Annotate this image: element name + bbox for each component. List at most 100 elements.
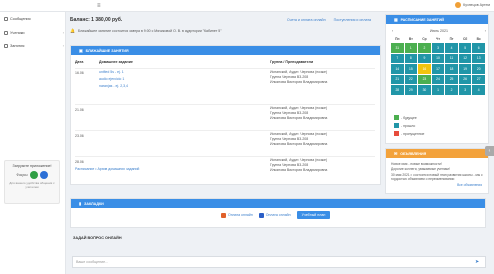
task-list: unified 5s - ej. 1 audio ejercicio 1 nar…	[99, 69, 128, 90]
calendar-day[interactable]: 25	[445, 74, 458, 84]
hamburger-icon[interactable]: ≡	[97, 3, 101, 9]
calendar-day[interactable]: 2	[418, 43, 431, 53]
calendar-day[interactable]: 14	[391, 64, 404, 74]
panel-title: ЗАКЛАДКИ	[84, 201, 104, 206]
send-icon[interactable]: ➤	[475, 259, 481, 265]
legend-item: - прошло	[394, 123, 424, 128]
calendar-day[interactable]: 17	[431, 64, 445, 74]
calendar-dow: Пн	[395, 37, 400, 41]
payments-link[interactable]: Счета и оплата онлайн	[287, 18, 326, 22]
task-link[interactable]: unified 5s - ej. 1	[99, 69, 128, 76]
sidebar-item-messages[interactable]: Сообщения	[4, 17, 64, 21]
calendar-day[interactable]: 13	[472, 53, 485, 63]
calendar-day[interactable]: 11	[445, 53, 458, 63]
column-header: Дата	[75, 60, 84, 64]
legend-swatch	[394, 115, 399, 120]
user-menu[interactable]: Кузнецов Артем	[455, 2, 490, 8]
next-month-icon[interactable]: ›	[485, 29, 486, 33]
sidebar: Сообщения Ученики › Занятия › Загрузите …	[0, 12, 66, 274]
calendar-panel: ▦ РАСПИСАНИЕ ЗАНЯТИЙ ‹ Июнь 2021 › Пн Вт С…	[385, 14, 489, 144]
promo-title: Загрузите приложение!	[12, 164, 52, 168]
homework-links[interactable]: Расписание • Архив домашних заданий	[75, 167, 139, 171]
user-name: Кузнецов Артем	[463, 3, 490, 7]
calendar-day[interactable]: 29	[404, 85, 418, 95]
sidebar-item-label: Ученики	[10, 31, 25, 35]
calendar-legend: - будущее - прошло - пропущенное	[394, 115, 424, 139]
calendar-day[interactable]: 4	[472, 85, 485, 95]
promo-desc: Для вашего удобства общения с учителем	[9, 181, 55, 189]
calendar-day[interactable]: 23	[418, 74, 431, 84]
calendar-day[interactable]: 1	[404, 43, 418, 53]
announcement-text: Новое имя - новые возможности! Дорогие к…	[391, 162, 486, 181]
panel-header: ▦ РАСПИСАНИЕ ЗАНЯТИЙ	[386, 15, 488, 24]
calendar-dow: Пт	[449, 37, 454, 41]
calendar-day[interactable]: 10	[431, 53, 445, 63]
apple-icon[interactable]	[39, 171, 48, 180]
teacher-info: Испанский, Аудит. Чернова (позже) Группа…	[270, 106, 327, 120]
calendar-dow: Ср	[422, 37, 427, 41]
legend-label: - пропущенное	[401, 131, 425, 136]
legend-item: - пропущенное	[394, 131, 424, 136]
calendar-day[interactable]: 24	[431, 74, 445, 84]
calendar-day[interactable]: 18	[445, 64, 458, 74]
task-link[interactable]: naranjas - ej. 2,3,4	[99, 83, 128, 90]
table-row: 16.06 unified 5s - ej. 1 audio ejercicio…	[75, 68, 375, 101]
calendar-dow: Вс	[476, 37, 481, 41]
calendar-day[interactable]: 16	[418, 64, 431, 74]
bookmarks-panel: ▮ ЗАКЛАДКИ Оплата онлайн Оплата онлайн У…	[70, 198, 486, 228]
announcements-panel: ✉ ОБЪЯВЛЕНИЯ Новое имя - новые возможнос…	[385, 148, 489, 194]
calendar-day[interactable]: 1	[431, 85, 445, 95]
calendar-day[interactable]: 3	[458, 85, 472, 95]
teacher-info: Испанский, Аудит. Чернова (позже) Группа…	[270, 132, 327, 146]
panel-header: ▮ ЗАКЛАДКИ	[71, 199, 485, 208]
receipts-link[interactable]: Поступления и оплата	[334, 18, 371, 22]
sidebar-item-students[interactable]: Ученики ›	[4, 31, 64, 35]
teacher-line: Ильянова Виктория Владимировна	[270, 141, 328, 146]
calendar-day[interactable]: 28	[391, 85, 404, 95]
calendar-day[interactable]: 9	[418, 53, 431, 63]
top-links: Счета и оплата онлайн Поступления и опла…	[287, 18, 371, 22]
calendar-day[interactable]: 15	[404, 64, 418, 74]
calendar-day[interactable]: 21	[391, 74, 404, 84]
all-announcements-link[interactable]: Все объявления	[457, 183, 482, 187]
bookmark-icon: ▮	[79, 202, 82, 206]
book-icon: ▣	[79, 49, 83, 53]
panel-title: РАСПИСАНИЕ ЗАНЯТИЙ	[400, 17, 445, 22]
calendar-day[interactable]: 26	[458, 74, 472, 84]
teacher-line: Ильянова Виктория Владимировна	[270, 115, 328, 120]
legend-item: - будущее	[394, 115, 424, 120]
bookmark-item[interactable]: Оплата онлайн	[258, 212, 291, 218]
calendar-day[interactable]: 5	[458, 43, 472, 53]
message-input[interactable]: Ваше сообщение... ➤	[72, 256, 486, 268]
study-plan-button[interactable]: Учебный план	[296, 211, 331, 219]
calendar-day[interactable]: 22	[404, 74, 418, 84]
prev-month-icon[interactable]: ‹	[392, 29, 393, 33]
android-icon[interactable]	[29, 171, 38, 180]
calendar-day[interactable]: 8	[404, 53, 418, 63]
bookmark-list: Оплата онлайн Оплата онлайн Учебный план	[221, 211, 331, 219]
promo-label: Фокусы	[16, 173, 28, 178]
sidebar-item-lessons[interactable]: Занятия ›	[4, 44, 64, 48]
announcement-line: 30 мая 2021 г. состоится новый этап разв…	[391, 172, 483, 181]
calendar-day[interactable]: 2	[445, 85, 458, 95]
calendar-day[interactable]: 3	[431, 43, 445, 53]
calendar-day[interactable]: 30	[418, 85, 431, 95]
calendar-day[interactable]: 12	[458, 53, 472, 63]
calendar-dow: Вт	[408, 37, 413, 41]
calendar-day[interactable]: 27	[472, 74, 485, 84]
collapse-icon[interactable]: ‹	[485, 146, 494, 156]
calendar-day[interactable]: 19	[458, 64, 472, 74]
calendar-day[interactable]: 20	[472, 64, 485, 74]
calendar-day[interactable]: 31	[391, 43, 404, 53]
task-link[interactable]: audio ejercicio 1	[99, 76, 128, 83]
calendar-day[interactable]: 4	[445, 43, 458, 53]
message-placeholder: Ваше сообщение...	[76, 260, 109, 264]
panel-title: ОБЪЯВЛЕНИЯ	[400, 151, 427, 156]
calendar-icon: ▦	[394, 18, 398, 22]
app-promo: Загрузите приложение! Фокусы Для вашего …	[4, 160, 60, 204]
bookmark-item[interactable]: Оплата онлайн	[221, 212, 253, 218]
calendar-day[interactable]: 7	[391, 53, 404, 63]
mail-icon	[4, 17, 8, 21]
panel-header: ✉ ОБЪЯВЛЕНИЯ	[386, 149, 488, 158]
calendar-day[interactable]: 6	[472, 43, 485, 53]
